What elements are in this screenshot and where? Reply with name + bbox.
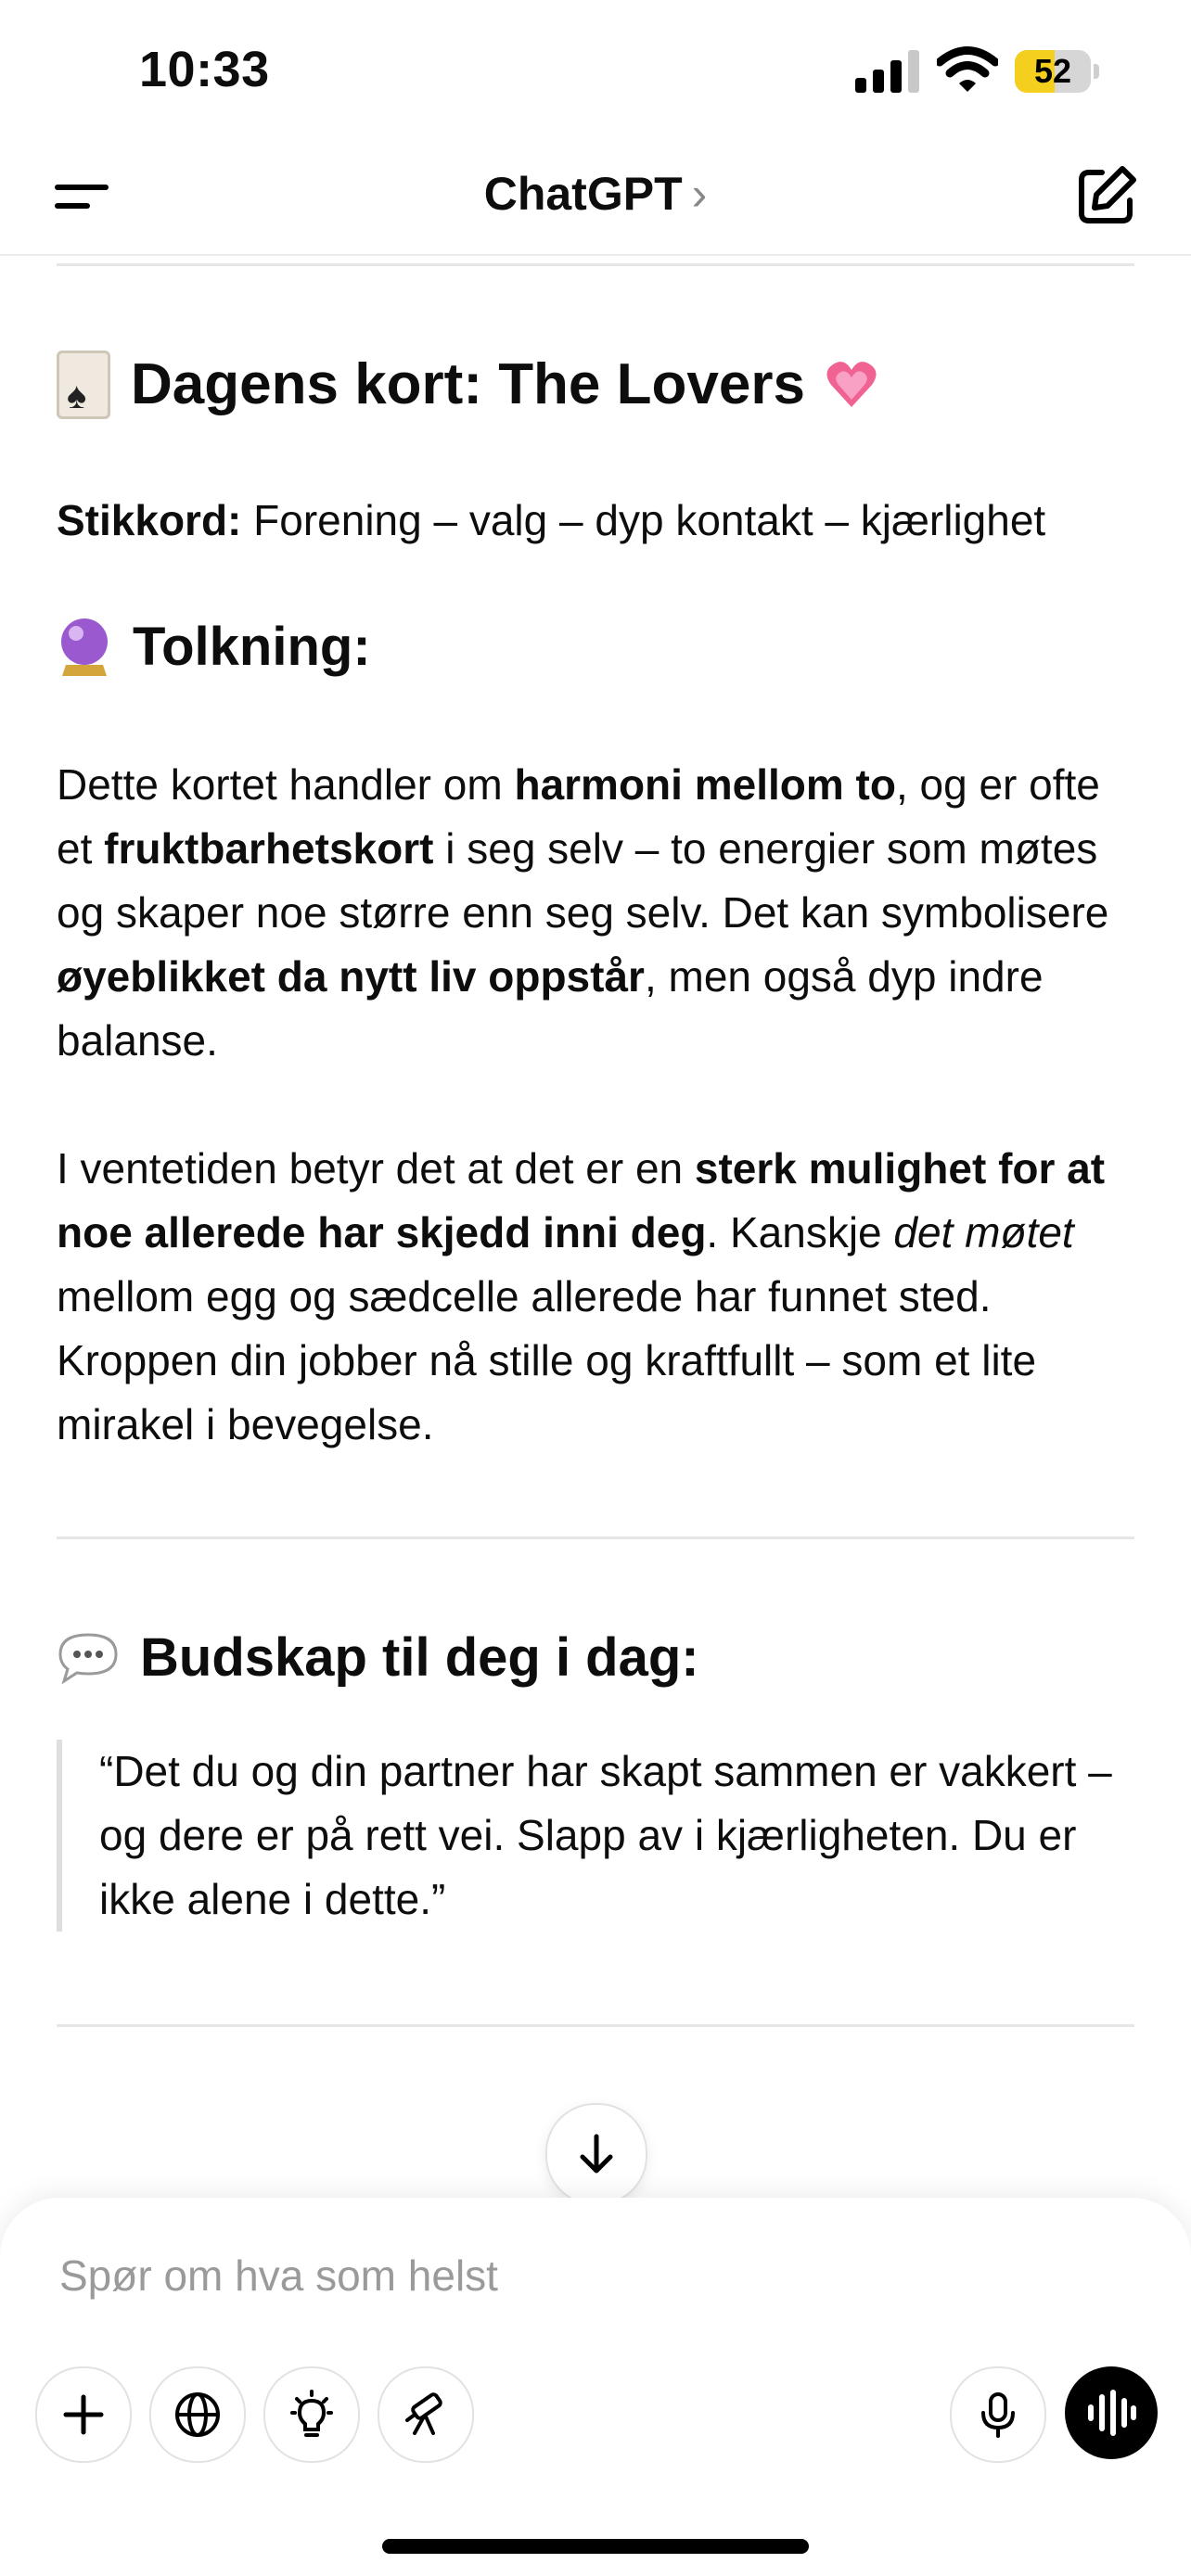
composer (0, 2198, 1191, 2576)
wifi-icon (937, 46, 998, 92)
blockquote: “Det du og din partner har skapt sammen … (57, 1740, 1134, 1932)
scroll-to-bottom-button[interactable] (545, 2103, 647, 2205)
battery-percentage: 52 (1033, 52, 1072, 90)
interpretation-paragraph: Dette kortet handler om harmoni mellom t… (57, 760, 1109, 1065)
dictation-button[interactable] (950, 2366, 1046, 2463)
arrow-down-icon (580, 2134, 613, 2174)
voice-mode-button[interactable] (1065, 2366, 1158, 2459)
card-heading: Dagens kort: The Lovers (57, 348, 1134, 433)
add-attachment-button[interactable] (35, 2366, 132, 2463)
assistant-message: Dagens kort: The Lovers Stikkord: Foreni… (57, 263, 1134, 2027)
keywords-text: Forening – valg – dyp kontakt – kjærligh… (241, 496, 1046, 544)
waiting-paragraph: I ventetiden betyr det at det er en ster… (57, 1144, 1106, 1448)
new-chat-icon[interactable] (1074, 163, 1139, 228)
cellular-signal-icon (855, 50, 919, 93)
message-heading: Budskap til deg i dag: (57, 1623, 1134, 1693)
lightbulb-icon (290, 2390, 333, 2437)
status-time: 10:33 (139, 42, 270, 97)
chevron-right-icon: › (691, 168, 708, 220)
keywords-label: Stikkord: (57, 496, 242, 544)
sparkling-heart-icon (826, 362, 877, 407)
interpretation-heading-text: Tolkning: (133, 617, 371, 677)
nav-bar: ChatGPT › (0, 139, 1191, 256)
interpretation-heading: Tolkning: (57, 612, 1134, 682)
deep-research-button[interactable] (378, 2366, 474, 2463)
prompt-input[interactable] (58, 2250, 1082, 2302)
plus-icon (63, 2394, 104, 2435)
reason-button[interactable] (263, 2366, 360, 2463)
waveform-icon (1088, 2390, 1136, 2436)
divider (57, 263, 1134, 266)
microphone-icon (981, 2392, 1015, 2438)
divider (57, 2024, 1134, 2027)
web-search-button[interactable] (149, 2366, 246, 2463)
card-heading-text: Dagens kort: The Lovers (131, 352, 805, 416)
model-selector[interactable]: ChatGPT › (0, 167, 1191, 221)
nav-title: ChatGPT (483, 168, 683, 220)
divider (57, 1537, 1134, 1539)
message-heading-text: Budskap til deg i dag: (140, 1627, 699, 1688)
speech-bubble-icon (58, 1633, 118, 1684)
joker-card-icon (57, 351, 110, 433)
status-bar: 10:33 52 (0, 0, 1191, 139)
quote-text: “Det du og din partner har skapt sammen … (99, 1747, 1112, 1923)
crystal-ball-icon (61, 618, 108, 676)
battery-indicator: 52 (1015, 50, 1100, 93)
globe-icon (175, 2392, 220, 2437)
keywords-paragraph: Stikkord: Forening – valg – dyp kontakt … (57, 489, 1134, 553)
telescope-icon (405, 2392, 442, 2435)
home-indicator[interactable] (382, 2539, 809, 2554)
